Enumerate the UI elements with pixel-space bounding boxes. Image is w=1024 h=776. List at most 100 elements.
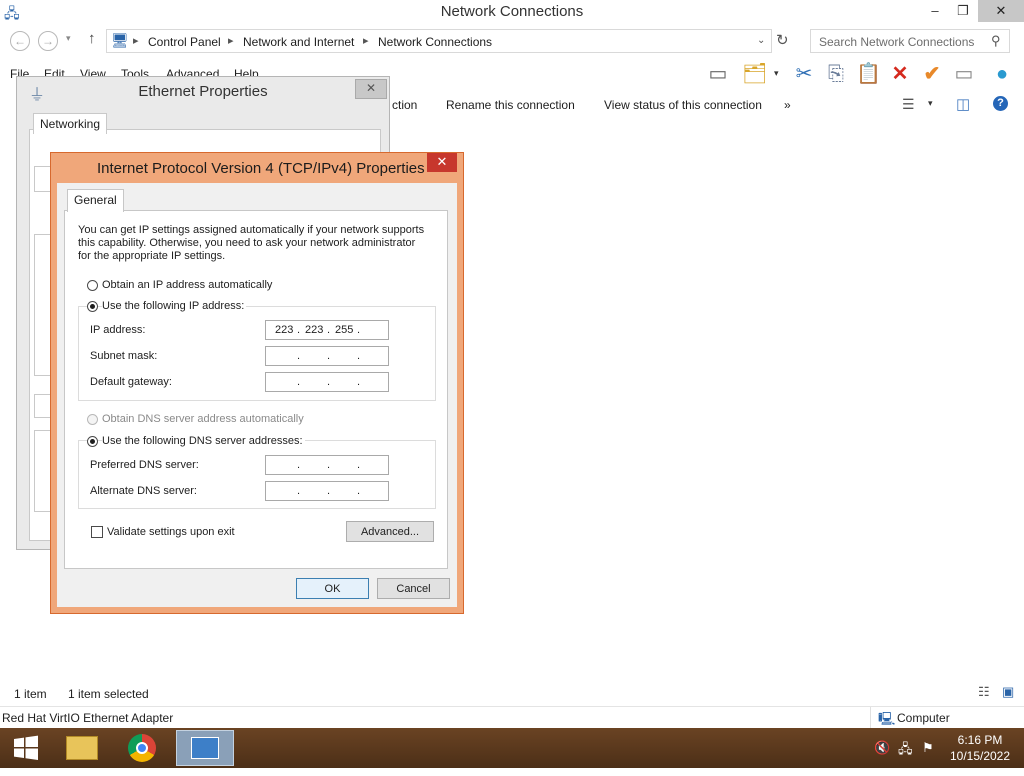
- ipv4-properties-dialog: Internet Protocol Version 4 (TCP/IPv4) P…: [50, 152, 464, 614]
- start-button[interactable]: [0, 730, 52, 766]
- address-dropdown-chevron-icon[interactable]: ⌄: [757, 35, 765, 46]
- octet-dot: .: [357, 459, 361, 471]
- forward-arrow-icon[interactable]: →: [38, 31, 58, 51]
- default-gateway-field[interactable]: . . .: [265, 372, 389, 392]
- item-count: 1 item: [14, 687, 47, 701]
- change-view-chevron-icon[interactable]: ▾: [928, 98, 933, 109]
- validate-settings-checkbox[interactable]: [91, 526, 103, 538]
- close-button[interactable]: ✕: [978, 0, 1024, 22]
- octet-dot: .: [327, 459, 331, 471]
- volume-muted-icon[interactable]: 🔇: [874, 740, 890, 756]
- more-commands-chevron-icon[interactable]: »: [784, 98, 791, 112]
- search-placeholder: Search Network Connections: [819, 35, 975, 49]
- ok-button[interactable]: OK: [296, 578, 369, 599]
- chrome-icon-center: [136, 742, 148, 754]
- chrome-taskbar-button[interactable]: [117, 730, 169, 766]
- obtain-ip-auto-radio[interactable]: [87, 280, 98, 291]
- copy-icon[interactable]: ⎘: [824, 62, 848, 86]
- octet-dot: .: [297, 350, 301, 362]
- use-following-ip-label[interactable]: Use the following IP address:: [102, 300, 247, 313]
- use-following-dns-radio[interactable]: [87, 436, 98, 447]
- octet-dot: .: [327, 350, 331, 362]
- change-view-icon[interactable]: ☰: [902, 96, 915, 113]
- ipv4-dialog-title: Internet Protocol Version 4 (TCP/IPv4) P…: [97, 160, 425, 177]
- file-explorer-taskbar-button[interactable]: [56, 730, 108, 766]
- use-following-ip-radio[interactable]: [87, 301, 98, 312]
- view-status-command[interactable]: View status of this connection: [604, 98, 762, 112]
- ip-octet-3: 255: [335, 324, 354, 336]
- command-partial[interactable]: ction: [392, 98, 417, 112]
- tab-general[interactable]: General: [67, 189, 124, 212]
- toolbar-dropdown-chevron-icon[interactable]: ▾: [774, 68, 779, 79]
- octet-dot: .: [327, 376, 331, 388]
- breadcrumb-network-and-internet[interactable]: Network and Internet: [243, 35, 354, 49]
- alternate-dns-field[interactable]: . . .: [265, 481, 389, 501]
- back-arrow-icon[interactable]: ←: [10, 31, 30, 51]
- help-icon[interactable]: ?: [993, 96, 1008, 111]
- action-center-flag-icon[interactable]: ⚑: [922, 740, 934, 756]
- clock-date: 10/15/2022: [949, 749, 1011, 763]
- ip-octet-1: 223: [275, 324, 294, 336]
- restore-button[interactable]: ❐: [948, 0, 978, 22]
- cancel-button[interactable]: Cancel: [377, 578, 450, 599]
- advanced-button[interactable]: Advanced...: [346, 521, 434, 542]
- ip-octet-2: 223: [305, 324, 324, 336]
- subnet-mask-label: Subnet mask:: [90, 350, 158, 362]
- selected-count: 1 item selected: [68, 687, 149, 701]
- rename-connection-command[interactable]: Rename this connection: [446, 98, 575, 112]
- octet-dot: .: [327, 324, 331, 336]
- tab-networking[interactable]: Networking: [33, 113, 108, 134]
- globe-icon[interactable]: ●: [990, 62, 1014, 86]
- network-status-icon[interactable]: 🖧: [898, 740, 913, 762]
- obtain-dns-auto-radio[interactable]: [87, 414, 98, 425]
- octet-dot: .: [357, 350, 361, 362]
- search-icon[interactable]: ⚲: [991, 33, 1001, 49]
- refresh-icon[interactable]: ↻: [776, 31, 789, 49]
- breadcrumb-control-panel[interactable]: Control Panel: [148, 35, 221, 49]
- checkmark-icon[interactable]: ✔: [920, 62, 944, 86]
- subnet-mask-field[interactable]: . . .: [265, 346, 389, 366]
- validate-settings-label[interactable]: Validate settings upon exit: [107, 526, 235, 539]
- status-bar: 1 item 1 item selected ☷ ▣: [0, 684, 1024, 704]
- ip-settings-description: You can get IP settings assigned automat…: [78, 224, 438, 263]
- delete-icon[interactable]: ✕: [888, 62, 912, 86]
- paste-icon[interactable]: 📋: [856, 62, 881, 86]
- large-icons-view-icon[interactable]: ▣: [1002, 684, 1014, 700]
- details-view-icon[interactable]: ☷: [978, 684, 990, 700]
- details-bar: Red Hat VirtIO Ethernet Adapter 🖳 Comput…: [0, 706, 1024, 729]
- octet-dot: .: [297, 459, 301, 471]
- alternate-dns-label: Alternate DNS server:: [90, 485, 197, 497]
- breadcrumb-separator-icon: ▸: [363, 35, 369, 47]
- computer-label: Computer: [897, 711, 950, 725]
- preview-pane-icon[interactable]: ▭: [706, 62, 730, 86]
- preferred-dns-field[interactable]: . . .: [265, 455, 389, 475]
- properties-folder-icon[interactable]: 🗂: [742, 62, 767, 86]
- preview-pane-toggle-icon[interactable]: ◫: [956, 95, 970, 113]
- control-panel-icon: 🖥: [111, 32, 129, 48]
- window-layout-icon[interactable]: ▭: [952, 62, 976, 86]
- ipv4-close-button[interactable]: ✕: [427, 153, 457, 172]
- folder-icon: [66, 736, 98, 760]
- ethernet-close-button[interactable]: ✕: [355, 79, 387, 99]
- address-box[interactable]: 🖥 ▸ Control Panel ▸ Network and Internet…: [106, 29, 772, 53]
- cut-icon[interactable]: ✂: [792, 62, 816, 86]
- taskbar-clock[interactable]: 6:16 PM 10/15/2022: [940, 732, 1020, 764]
- ip-address-field[interactable]: 223 . 223 . 255 .: [265, 320, 389, 340]
- octet-dot: .: [297, 324, 301, 336]
- ipv4-dialog-body: General You can get IP settings assigned…: [57, 183, 457, 607]
- chrome-icon: [128, 734, 156, 762]
- breadcrumb-network-connections[interactable]: Network Connections: [378, 35, 492, 49]
- taskbar: 🔇 🖧 ⚑ 6:16 PM 10/15/2022: [0, 728, 1024, 768]
- address-bar-row: ← → ▾ ↑ 🖥 ▸ Control Panel ▸ Network and …: [0, 27, 1024, 55]
- recent-locations-chevron-icon[interactable]: ▾: [66, 33, 71, 44]
- control-panel-taskbar-button[interactable]: [176, 730, 234, 766]
- description-line: for the appropriate IP settings.: [78, 250, 226, 262]
- octet-dot: .: [327, 485, 331, 497]
- obtain-ip-auto-label[interactable]: Obtain an IP address automatically: [102, 279, 272, 292]
- up-arrow-icon[interactable]: ↑: [88, 30, 96, 47]
- obtain-dns-auto-label[interactable]: Obtain DNS server address automatically: [102, 413, 304, 426]
- minimize-button[interactable]: –: [920, 0, 950, 22]
- explorer-titlebar: 🖧 Network Connections – ❐ ✕: [0, 0, 1024, 25]
- search-input[interactable]: Search Network Connections ⚲: [810, 29, 1010, 53]
- use-following-dns-label[interactable]: Use the following DNS server addresses:: [102, 435, 305, 448]
